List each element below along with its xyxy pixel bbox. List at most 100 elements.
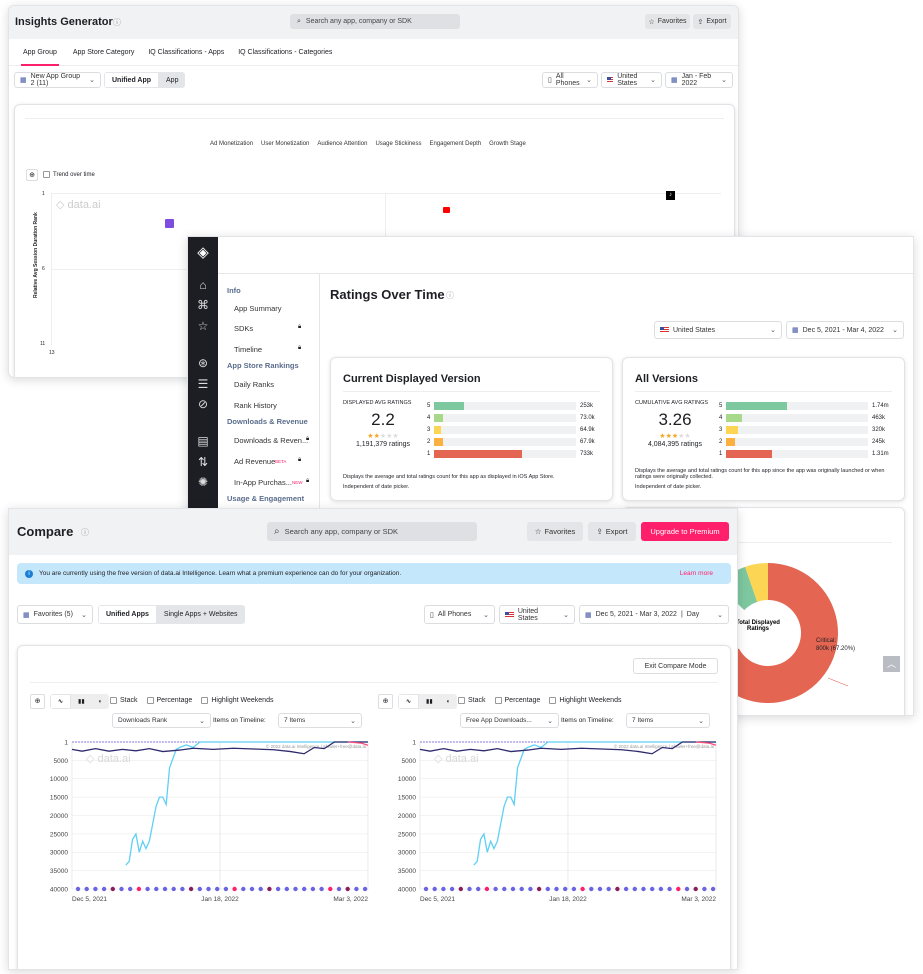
pie-chart-icon[interactable]: ◐	[440, 694, 458, 709]
zoom-button[interactable]: ⊕	[378, 694, 393, 709]
compass-icon[interactable]: ⊘	[196, 397, 210, 411]
event-marker[interactable]	[702, 886, 707, 892]
lightbulb-icon[interactable]: ✺	[196, 475, 210, 489]
items-select[interactable]: 7 Items ⌄	[626, 713, 710, 728]
percentage-checkbox[interactable]: Percentage	[494, 697, 540, 704]
event-marker[interactable]	[650, 886, 655, 892]
event-marker[interactable]	[110, 886, 116, 892]
unified-app-toggle[interactable]: Unified App App	[104, 72, 186, 88]
country-select[interactable]: United States ⌄	[601, 72, 662, 88]
event-marker[interactable]	[563, 886, 568, 892]
scroll-to-top-button[interactable]: ︿	[883, 656, 900, 672]
event-marker[interactable]	[302, 886, 307, 892]
metric-select[interactable]: Free App Downloads... ⌄	[460, 713, 559, 728]
event-marker[interactable]	[232, 886, 237, 892]
country-select[interactable]: United States ⌄	[499, 605, 575, 624]
clipboard-icon[interactable]: ▤	[196, 434, 210, 448]
percentage-checkbox[interactable]: Percentage	[146, 697, 192, 704]
date-select[interactable]: ▦ Jan - Feb 2022 ⌄	[665, 72, 733, 88]
export-button[interactable]: ⇪ Export	[693, 14, 731, 29]
event-marker[interactable]	[632, 886, 637, 892]
nav-item-timeline[interactable]: Timeline	[234, 345, 262, 354]
event-marker[interactable]	[676, 886, 681, 892]
metric-tab-growth-stage[interactable]: Growth Stage	[489, 141, 526, 147]
event-marker[interactable]	[101, 886, 107, 892]
bar-chart-icon[interactable]: ▮▮	[71, 694, 92, 709]
upgrade-button[interactable]: Upgrade to Premium	[641, 522, 729, 541]
event-marker[interactable]	[519, 886, 524, 892]
event-marker[interactable]	[597, 886, 603, 892]
app-group-select[interactable]: ▦ New App Group 2 (11) ⌄	[14, 72, 101, 88]
youtube-icon[interactable]	[443, 207, 450, 213]
metric-select[interactable]: Downloads Rank ⌄	[112, 713, 211, 728]
event-marker[interactable]	[284, 886, 289, 892]
trend-over-time-checkbox[interactable]: Trend over time	[43, 171, 95, 178]
search-input[interactable]: ⌕ Search any app, company or SDK	[290, 14, 460, 29]
event-marker[interactable]	[75, 886, 81, 892]
event-marker[interactable]	[328, 886, 333, 892]
pie-chart-icon[interactable]: ◐	[92, 694, 110, 709]
list-icon[interactable]: ☰	[196, 377, 210, 391]
tab-iq-apps[interactable]: IQ Classifications - Apps	[148, 49, 224, 56]
event-marker[interactable]	[145, 886, 150, 892]
event-marker[interactable]	[684, 886, 690, 892]
event-marker[interactable]	[197, 886, 202, 892]
line-chart-icon[interactable]: ∿	[50, 694, 72, 709]
event-marker[interactable]	[536, 886, 542, 892]
event-marker[interactable]	[423, 886, 429, 892]
checkbox[interactable]	[146, 697, 154, 704]
event-marker[interactable]	[693, 886, 698, 892]
event-marker[interactable]	[258, 886, 263, 892]
event-marker[interactable]	[171, 886, 176, 892]
event-marker[interactable]	[319, 886, 324, 892]
event-marker[interactable]	[362, 886, 368, 892]
event-marker[interactable]	[180, 886, 185, 892]
search-input[interactable]: ⌕ Search any app, company or SDK	[267, 522, 477, 541]
network-icon[interactable]: ⌘	[196, 298, 210, 312]
event-marker[interactable]	[136, 886, 142, 892]
nav-item-in-app-purchases[interactable]: In-App Purchas...	[234, 478, 292, 487]
event-marker[interactable]	[528, 886, 533, 892]
date-select[interactable]: ▦ Dec 5, 2021 - Mar 4, 2022 ⌄	[786, 321, 904, 339]
exit-compare-button[interactable]: Exit Compare Mode	[633, 658, 718, 674]
event-marker[interactable]	[502, 886, 507, 892]
stack-checkbox[interactable]: Stack	[110, 697, 138, 704]
home-icon[interactable]: ⌂	[196, 278, 210, 292]
checkbox[interactable]	[43, 171, 50, 178]
line-chart-icon[interactable]: ∿	[398, 694, 420, 709]
zoom-button[interactable]: ⊕	[30, 694, 45, 709]
event-marker[interactable]	[458, 886, 463, 892]
event-marker[interactable]	[93, 886, 98, 892]
highlight-weekends-checkbox[interactable]: Highlight Weekends	[549, 697, 621, 704]
brain-icon[interactable]: ⊛	[196, 356, 210, 370]
event-marker[interactable]	[606, 886, 611, 892]
toggle-unified-apps[interactable]: Unified Apps	[98, 605, 157, 624]
help-icon[interactable]: ⓘ	[113, 17, 121, 28]
help-icon[interactable]: ⓘ	[446, 290, 454, 301]
event-marker[interactable]	[223, 886, 229, 892]
app-type-toggle[interactable]: Unified Apps Single Apps + Websites	[98, 605, 245, 624]
event-marker[interactable]	[241, 886, 246, 892]
event-marker[interactable]	[345, 886, 350, 892]
event-marker[interactable]	[154, 886, 159, 892]
tab-app-store-category[interactable]: App Store Category	[73, 49, 134, 56]
data-ai-logo[interactable]: ◈	[195, 245, 211, 261]
event-marker[interactable]	[215, 886, 220, 892]
transfer-icon[interactable]: ⇅	[196, 455, 210, 469]
tab-app-group[interactable]: App Group	[21, 39, 59, 66]
event-marker[interactable]	[310, 886, 316, 892]
nav-item-downloads-revenue[interactable]: Downloads & Reven...	[234, 436, 308, 445]
checkbox[interactable]	[458, 697, 465, 704]
star-icon[interactable]: ☆	[196, 319, 210, 333]
highlight-weekends-checkbox[interactable]: Highlight Weekends	[201, 697, 273, 704]
event-marker[interactable]	[510, 886, 516, 892]
help-icon[interactable]: ⓘ	[81, 527, 89, 538]
toggle-single-apps[interactable]: Single Apps + Websites	[157, 605, 245, 624]
nav-item-rank-history[interactable]: Rank History	[234, 401, 277, 410]
stack-checkbox[interactable]: Stack	[458, 697, 486, 704]
event-marker[interactable]	[249, 886, 255, 892]
event-marker[interactable]	[336, 886, 342, 892]
checkbox[interactable]	[494, 697, 502, 704]
event-marker[interactable]	[623, 886, 629, 892]
nav-item-sdks[interactable]: SDKs	[234, 324, 253, 333]
